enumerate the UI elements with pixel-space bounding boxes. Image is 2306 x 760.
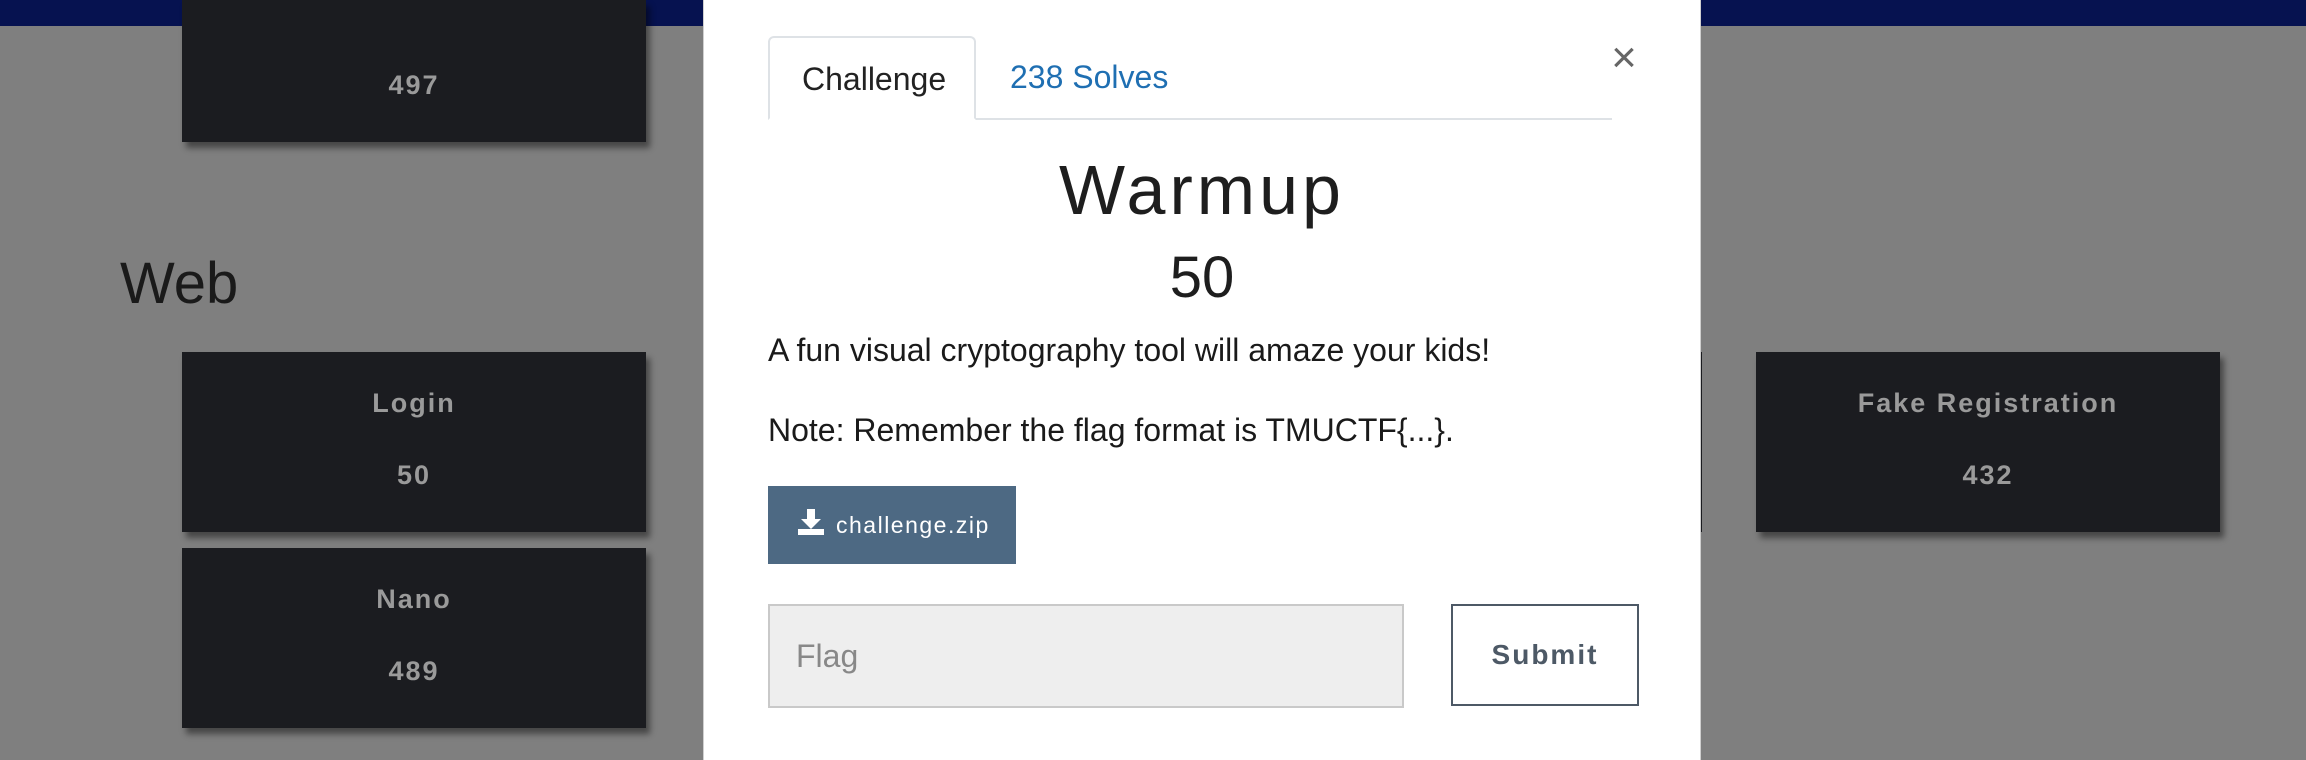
challenge-card-points: 50 — [396, 460, 432, 490]
submit-button[interactable]: Submit — [1451, 604, 1639, 706]
challenge-card-name: Login — [372, 388, 456, 418]
download-file-button[interactable]: challenge.zip — [768, 486, 1016, 564]
challenge-card[interactable]: Fake Registration 432 — [1756, 352, 2220, 532]
challenge-card-name: Nano — [376, 584, 452, 614]
challenge-card-points: 497 — [388, 70, 440, 100]
challenge-card[interactable]: Login 50 — [182, 352, 646, 532]
challenge-card[interactable]: 497 — [182, 0, 646, 142]
challenge-description: A fun visual cryptography tool will amaz… — [768, 332, 1491, 368]
challenge-card-points: 489 — [388, 656, 440, 686]
download-file-label: challenge.zip — [836, 511, 990, 538]
download-icon — [796, 507, 836, 543]
challenge-description-note: Note: Remember the flag format is TMUCTF… — [768, 412, 1454, 448]
challenge-card-points: 432 — [1962, 460, 2014, 490]
challenge-card[interactable]: Nano 489 — [182, 548, 646, 728]
tab-challenge[interactable]: Challenge — [768, 36, 976, 120]
modal-tabs: Challenge 238 Solves — [768, 36, 1612, 120]
challenge-card-name: Fake Registration — [1857, 388, 2119, 418]
close-icon[interactable]: × — [1604, 36, 1644, 80]
flag-input[interactable] — [768, 604, 1404, 708]
challenge-value: 50 — [1169, 245, 1235, 310]
challenge-modal: Challenge 238 Solves × Warmup 50 A fun v… — [703, 0, 1701, 760]
tab-solves[interactable]: 238 Solves — [978, 36, 1200, 118]
category-title: Web — [120, 251, 239, 316]
challenge-name: Warmup — [1059, 151, 1345, 229]
